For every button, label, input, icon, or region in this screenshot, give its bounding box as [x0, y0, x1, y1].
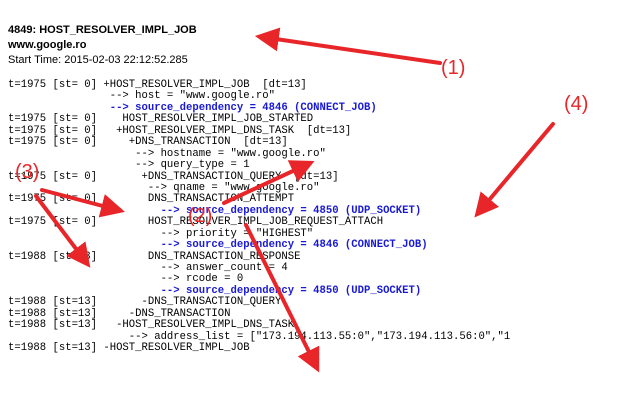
arrow-1: [254, 27, 442, 65]
arrow-3a: [40, 188, 125, 218]
arrow-3b: [34, 194, 91, 268]
annotation-arrows: [34, 27, 555, 373]
annotation-label-4: (4): [564, 93, 589, 115]
annotation-label-3: (3): [15, 161, 40, 183]
arrow-2a: [222, 160, 315, 205]
annotation-label-1: (1): [441, 57, 466, 79]
arrow-2b: [244, 223, 320, 373]
annotation-label-2: (2): [188, 205, 213, 227]
arrow-4: [474, 122, 555, 218]
